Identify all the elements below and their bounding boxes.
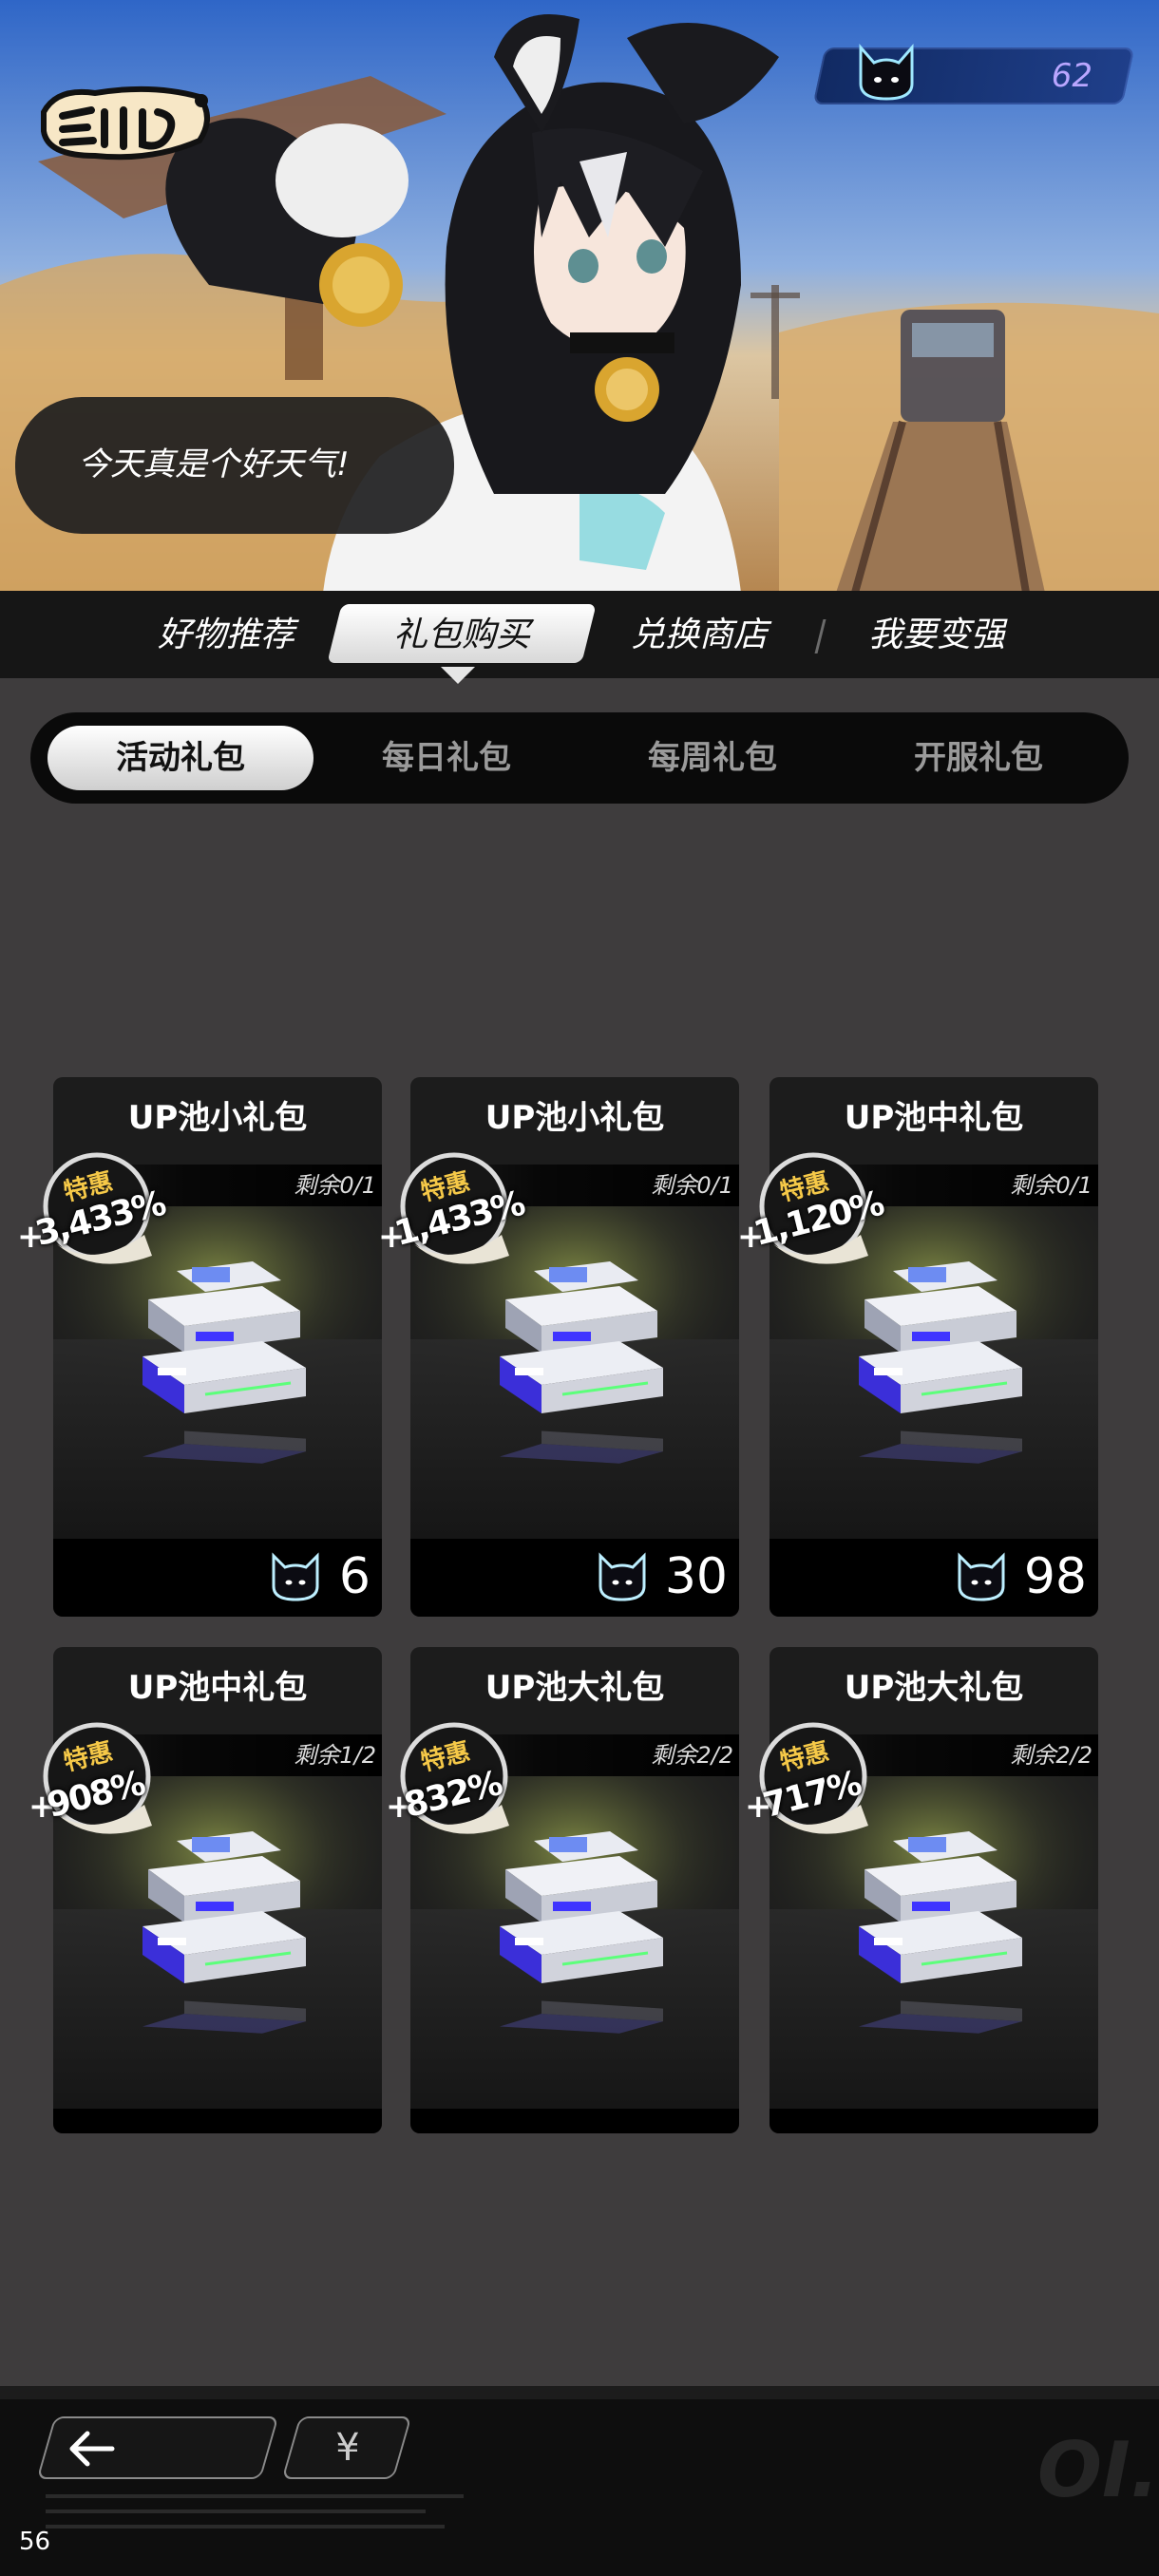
- subtab-event-packs[interactable]: 活动礼包: [66, 729, 294, 786]
- subtab-daily-packs[interactable]: 每日礼包: [332, 729, 560, 786]
- card-title: UP池中礼包: [844, 1099, 1024, 1137]
- bottom-divider: [0, 2386, 1159, 2399]
- card-price: 6: [338, 1548, 370, 1605]
- yen-icon[interactable]: ¥: [321, 2422, 374, 2473]
- watermark: OI.: [1037, 2426, 1159, 2514]
- subtab-weekly-packs[interactable]: 每周礼包: [598, 729, 826, 786]
- card-remaining: 剩余1/2: [294, 1742, 376, 1769]
- card-title: UP池中礼包: [127, 1669, 308, 1707]
- hero-banner: 今天真是个好天气! 62: [0, 0, 1159, 593]
- tab-exchange-shop[interactable]: 兑换商店: [604, 610, 794, 661]
- card-remaining: 剩余0/1: [651, 1172, 733, 1199]
- card-price: 30: [664, 1548, 728, 1605]
- subtab-launch-packs[interactable]: 开服礼包: [864, 729, 1092, 786]
- cat-head-icon: [272, 1552, 319, 1601]
- card-price-bar[interactable]: [770, 2109, 1098, 2133]
- card-remaining: 剩余0/1: [1010, 1172, 1092, 1199]
- cat-head-icon: [598, 1552, 646, 1601]
- card-title: UP池小礼包: [484, 1099, 665, 1137]
- card-title: UP池大礼包: [844, 1669, 1024, 1707]
- arrow-left-icon[interactable]: [68, 2428, 116, 2470]
- currency-value: 62: [1051, 57, 1092, 95]
- tab-get-stronger[interactable]: 我要变强: [842, 610, 1032, 661]
- speech-text: 今天真是个好天气!: [78, 445, 350, 483]
- card-price: 98: [1023, 1548, 1087, 1605]
- card-price-bar[interactable]: [410, 2109, 739, 2133]
- card-remaining: 剩余2/2: [651, 1742, 733, 1769]
- game-logo: [41, 85, 210, 161]
- cat-head-icon: [859, 44, 914, 101]
- card-price-bar[interactable]: [53, 1539, 382, 1617]
- decorative-fine-print: [46, 2494, 464, 2529]
- card-price-bar[interactable]: [53, 2109, 382, 2133]
- fps-counter: 56: [19, 2528, 51, 2556]
- card-title: UP池小礼包: [127, 1099, 308, 1137]
- card-title: UP池大礼包: [484, 1669, 665, 1707]
- nav-pointer-icon: [441, 667, 475, 684]
- tab-gift-purchase[interactable]: 礼包购买: [367, 610, 557, 661]
- bottom-bar: [0, 2386, 1159, 2576]
- card-remaining: 剩余2/2: [1010, 1742, 1092, 1769]
- tab-recommended[interactable]: 好物推荐: [131, 610, 321, 661]
- cat-head-icon: [958, 1552, 1005, 1601]
- card-remaining: 剩余0/1: [294, 1172, 376, 1199]
